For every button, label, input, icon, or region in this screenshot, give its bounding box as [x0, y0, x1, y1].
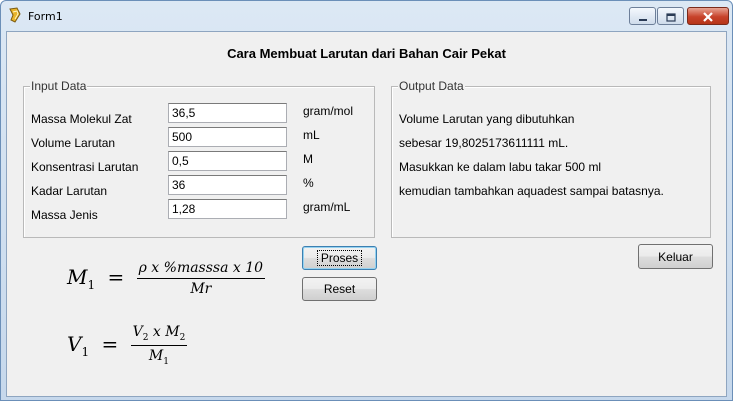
formula1-fraction: ρ x %masssa x 10 Mr [136, 260, 266, 297]
unit-massa-molekul: gram/mol [303, 104, 354, 118]
app-icon [7, 7, 23, 23]
output-line-2: sebesar 19,8025173611111 mL. [399, 136, 569, 150]
formula-m1: M1 = ρ x %masssa x 10 Mr [67, 260, 266, 297]
output-line-3: Masukkan ke dalam labu takar 500 ml [399, 160, 602, 174]
close-button[interactable] [687, 7, 729, 25]
formula2-numerator: V2 x M2 [130, 324, 188, 346]
input-data-group: Input Data Massa Molekul Zat 36,5 gram/m… [23, 79, 375, 238]
keluar-button[interactable]: Keluar [638, 244, 713, 269]
reset-button-label: Reset [323, 282, 356, 296]
formula2-den: M [148, 347, 164, 364]
formula1-lhs-sub: 1 [87, 278, 96, 292]
formula2-lhs-sub: 1 [81, 344, 90, 359]
formula1-eq: = [107, 265, 125, 289]
label-massa-jenis: Massa Jenis [31, 208, 98, 222]
massa-molekul-input[interactable]: 36,5 [168, 103, 287, 123]
unit-konsentrasi-larutan: M [303, 152, 313, 166]
output-data-group: Output Data Volume Larutan yang dibutuhk… [391, 79, 711, 238]
konsentrasi-larutan-input[interactable]: 0,5 [168, 151, 287, 171]
proses-button[interactable]: Proses [302, 246, 377, 270]
formula2-lhs: V [67, 331, 82, 356]
formula2-fraction: V2 x M2 M1 [130, 324, 188, 367]
minimize-icon [638, 7, 648, 26]
window-title: Form1 [28, 10, 63, 23]
formula2-num-b: M [165, 324, 180, 340]
unit-kadar-larutan: % [303, 176, 314, 190]
unit-massa-jenis: gram/mL [303, 200, 351, 214]
formula2-num-mid: x [148, 324, 166, 340]
formula1-lhs: M [67, 265, 88, 289]
kadar-larutan-input[interactable]: 36 [168, 175, 287, 195]
close-icon [702, 7, 714, 26]
massa-jenis-input[interactable]: 1,28 [168, 199, 287, 219]
label-kadar-larutan: Kadar Larutan [31, 184, 108, 198]
output-group-legend: Output Data [398, 79, 465, 93]
label-konsentrasi-larutan: Konsentrasi Larutan [31, 160, 139, 174]
reset-button[interactable]: Reset [302, 277, 377, 301]
unit-volume-larutan: mL [303, 128, 320, 142]
formula1-denominator: Mr [190, 281, 212, 297]
keluar-button-label: Keluar [658, 249, 693, 264]
output-line-1: Volume Larutan yang dibutuhkan [399, 112, 575, 126]
input-group-legend: Input Data [30, 79, 88, 93]
output-line-4: kemudian tambahkan aquadest sampai batas… [399, 184, 664, 198]
label-volume-larutan: Volume Larutan [31, 136, 116, 150]
formula2-eq: = [101, 331, 119, 356]
formula2-denominator: M1 [149, 346, 169, 367]
minimize-button[interactable] [629, 7, 656, 25]
form-heading: Cara Membuat Larutan dari Bahan Cair Pek… [227, 46, 506, 61]
formula1-numerator: ρ x %masssa x 10 [136, 260, 266, 279]
formula2-num-a: V [132, 324, 143, 340]
label-massa-molekul: Massa Molekul Zat [31, 112, 132, 126]
formula-v1: V1 = V2 x M2 M1 [67, 324, 188, 367]
app-window: Form1 Cara Membuat Larutan dari Bahan Ca… [0, 0, 733, 401]
maximize-icon [665, 7, 676, 26]
title-bar[interactable]: Form1 [1, 1, 732, 31]
formula2-den-sub: 1 [163, 356, 169, 367]
maximize-button[interactable] [657, 7, 684, 25]
form-client-area: Cara Membuat Larutan dari Bahan Cair Pek… [6, 31, 727, 397]
proses-button-label: Proses [316, 250, 363, 266]
formula2-num-b-sub: 2 [179, 332, 186, 343]
volume-larutan-input[interactable]: 500 [168, 127, 287, 147]
